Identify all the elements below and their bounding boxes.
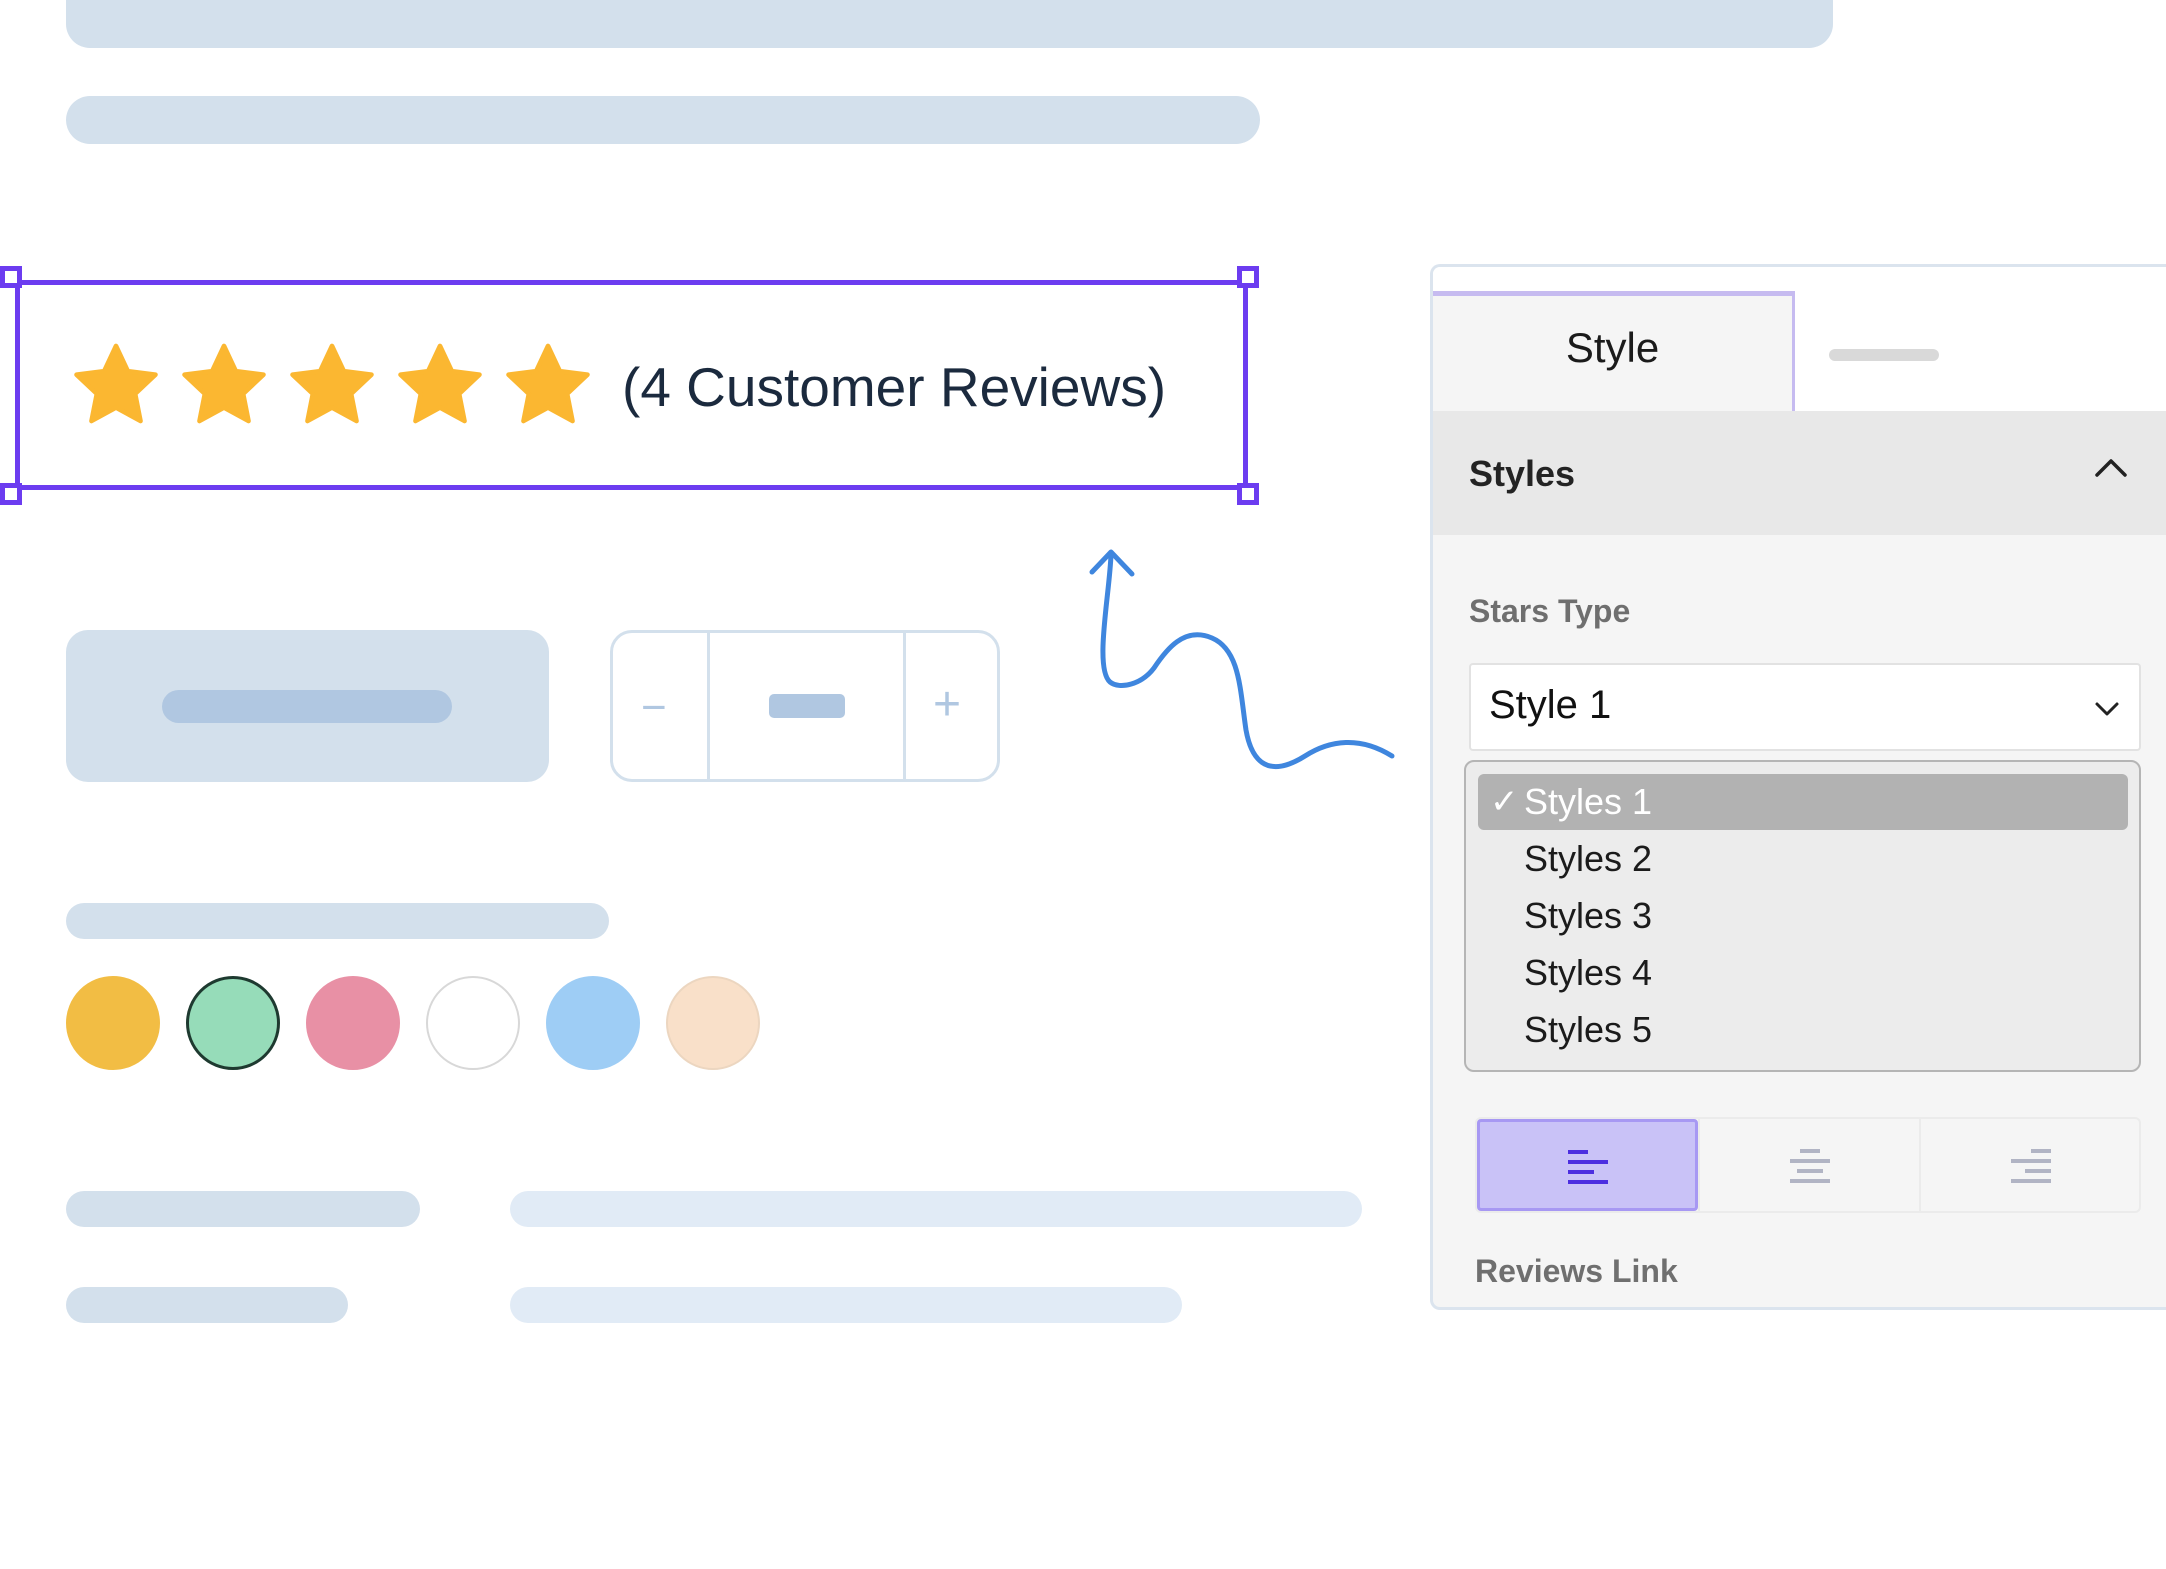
placeholder-meta-value-bar	[510, 1287, 1182, 1323]
tab-style[interactable]: Style	[1433, 291, 1795, 411]
chevron-down-icon	[2095, 702, 2119, 716]
color-swatch-blue[interactable]	[546, 976, 640, 1070]
reviews-link-label: Reviews Link	[1475, 1253, 1678, 1289]
stepper-divider	[707, 633, 710, 779]
placeholder-color-label-bar	[66, 903, 609, 939]
color-swatch-peach[interactable]	[666, 976, 760, 1070]
style-settings-panel: Style Styles Stars Type Style 1 ✓ Styles…	[1430, 264, 2166, 1310]
tab-style-label: Style	[1565, 324, 1660, 371]
star-icon	[506, 343, 590, 424]
star-icon	[398, 343, 482, 424]
section-title: Styles	[1469, 453, 1576, 494]
quantity-stepper[interactable]: − +	[610, 630, 1000, 782]
button-label-placeholder	[162, 690, 452, 723]
stars-type-label: Stars Type	[1469, 593, 1631, 629]
plus-icon[interactable]: +	[933, 681, 961, 729]
dropdown-option[interactable]: Styles 5	[1524, 1008, 1652, 1052]
dropdown-option[interactable]: Styles 1	[1524, 780, 1652, 824]
align-right-icon	[2011, 1149, 2051, 1183]
star-icon	[182, 343, 266, 424]
styles-section-header[interactable]: Styles	[1433, 411, 2166, 535]
placeholder-title-bar	[66, 0, 1833, 48]
star-icon	[290, 343, 374, 424]
tab-placeholder[interactable]	[1829, 349, 1939, 361]
customer-reviews-count: (4 Customer Reviews)	[622, 356, 1167, 418]
align-left-button[interactable]	[1477, 1119, 1698, 1211]
alignment-button-group	[1475, 1117, 2141, 1213]
color-swatch-yellow[interactable]	[66, 976, 160, 1070]
checkmark-icon: ✓	[1490, 783, 1519, 821]
align-left-icon	[1568, 1150, 1608, 1184]
quantity-value-placeholder	[769, 694, 845, 718]
dropdown-option[interactable]: Styles 3	[1524, 894, 1652, 938]
placeholder-meta-label-bar	[66, 1287, 348, 1323]
stars-type-select[interactable]: Style 1	[1469, 663, 2141, 751]
placeholder-meta-label-bar	[66, 1191, 420, 1227]
add-to-cart-placeholder-button[interactable]	[66, 630, 549, 782]
select-current-value: Style 1	[1489, 683, 1612, 727]
star-icon	[74, 343, 158, 424]
resize-handle-bottom-right[interactable]	[1237, 483, 1259, 505]
placeholder-subtitle-bar	[66, 96, 1260, 144]
chevron-up-icon[interactable]	[2093, 455, 2129, 479]
minus-icon[interactable]: −	[641, 686, 667, 730]
stars-type-dropdown-list: ✓ Styles 1 Styles 2 Styles 3 Styles 4 St…	[1464, 760, 2141, 1072]
align-center-icon	[1790, 1149, 1830, 1183]
resize-handle-top-right[interactable]	[1237, 266, 1259, 288]
stepper-divider	[903, 633, 906, 779]
dropdown-option[interactable]: Styles 4	[1524, 951, 1652, 995]
color-swatch-pink[interactable]	[306, 976, 400, 1070]
resize-handle-bottom-left[interactable]	[0, 483, 22, 505]
placeholder-meta-value-bar	[510, 1191, 1362, 1227]
dropdown-option[interactable]: Styles 2	[1524, 837, 1652, 881]
resize-handle-top-left[interactable]	[0, 266, 22, 288]
color-swatch-green[interactable]	[186, 976, 280, 1070]
align-right-button[interactable]	[1921, 1119, 2142, 1211]
panel-tab-bar: Style	[1433, 267, 2166, 411]
color-swatch-white[interactable]	[426, 976, 520, 1070]
align-center-button[interactable]	[1700, 1119, 1921, 1211]
connector-arrow	[1089, 549, 1395, 770]
